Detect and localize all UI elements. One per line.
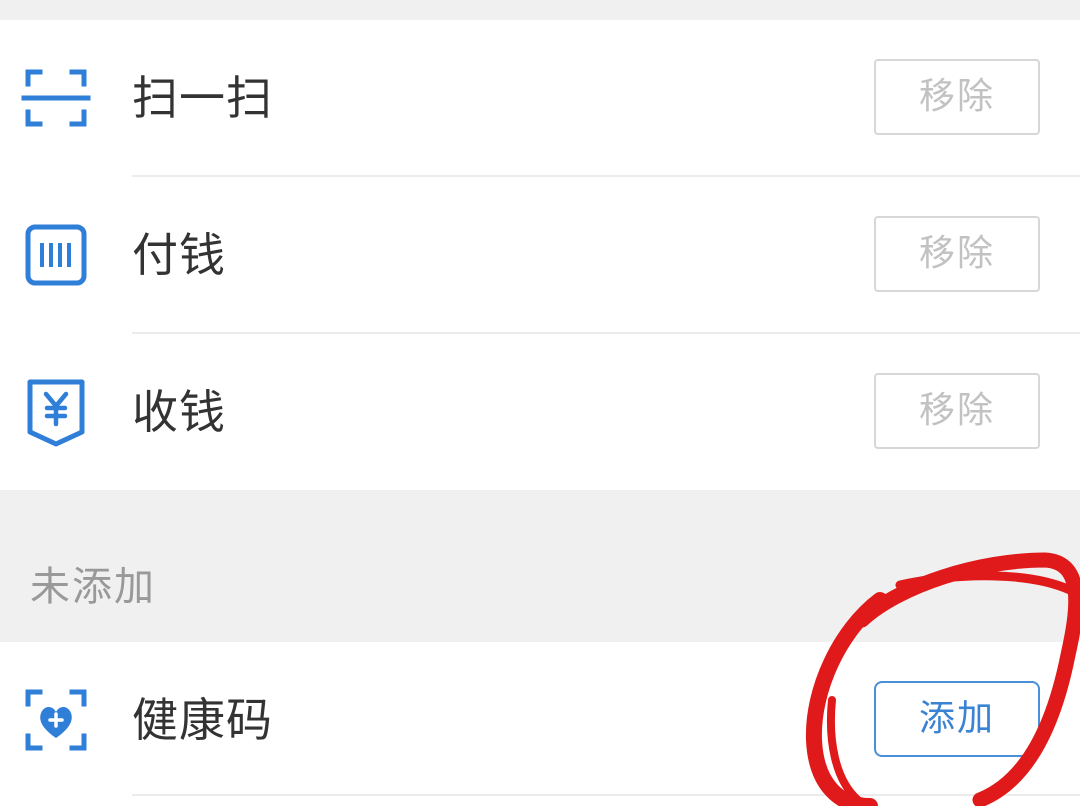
list-item-pay: 付钱 移除 [0,177,1080,333]
list-item-receive: 收钱 移除 [0,334,1080,490]
list-item-scan: 扫一扫 移除 [0,20,1080,176]
scan-icon [20,62,92,134]
added-section: 扫一扫 移除 付钱 移除 收钱 移除 [0,20,1080,490]
item-label: 付钱 [132,228,226,282]
health-code-icon [20,684,92,756]
item-label: 扫一扫 [132,71,273,125]
not-added-section: 健康码 添加 [0,642,1080,806]
list-item-health-code: 健康码 添加 [0,642,1080,798]
group-title-not-added: 未添加 [30,564,156,610]
add-button[interactable]: 添加 [874,681,1040,757]
item-label: 收钱 [132,385,226,439]
yuan-receive-icon [20,376,92,448]
divider [132,794,1080,796]
remove-button[interactable]: 移除 [874,216,1040,292]
barcode-pay-icon [20,219,92,291]
remove-button[interactable]: 移除 [874,373,1040,449]
remove-button[interactable]: 移除 [874,59,1040,135]
top-gap [0,0,1080,20]
item-label: 健康码 [132,693,273,747]
